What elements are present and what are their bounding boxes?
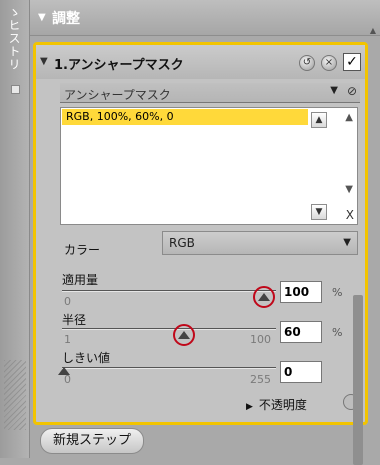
color-select[interactable]: RGB ▼ [162,231,358,255]
delete-icon[interactable]: X [346,208,354,222]
opacity-label: 不透明度 [258,398,307,412]
chevron-down-icon: ▼ [330,85,338,96]
list-down-button[interactable]: ▼ [311,204,327,220]
step-name: アンシャープマスク [67,58,184,73]
color-value: RGB [169,236,195,250]
preset-label: アンシャープマスク [64,88,171,102]
amount-highlight-ring [253,286,275,308]
scroll-down-arrow-icon[interactable]: ▼ [345,184,353,195]
history-side-strip: ゝヒストリ [0,0,30,458]
threshold-max: 255 [250,373,271,386]
preset-options-icon[interactable]: ⊘ [347,84,357,98]
history-tab-prefix: ゝ [7,6,21,19]
settings-list: RGB, 100%, 60%, 0 ▲ ▲ ▼ ▼ X [60,107,358,225]
close-icon[interactable]: × [321,55,337,71]
amount-unit: % [332,286,343,299]
radius-max: 100 [250,333,271,346]
opacity-expander[interactable]: ▶ 不透明度 [246,396,307,413]
list-item[interactable]: RGB, 100%, 60%, 0 [62,109,308,125]
threshold-min: 0 [64,373,71,386]
enable-checkbox[interactable]: ✓ [343,53,361,71]
amount-track[interactable] [62,290,276,292]
step-header: ▼ 1.アンシャープマスク ↺ × ✓ [36,45,365,79]
adjust-header[interactable]: ▼ 調整 ▲ [30,0,380,36]
chevron-down-icon: ▼ [343,237,351,248]
panel-icon[interactable] [11,85,20,94]
radius-track[interactable] [62,328,276,330]
collapse-triangle-icon[interactable]: ▼ [38,12,46,23]
new-step-button[interactable]: 新規ステップ [40,428,144,454]
history-tab-label[interactable]: ゝヒストリ [6,6,23,71]
reset-icon[interactable]: ↺ [299,55,315,71]
scroll-up-arrow-icon[interactable]: ▲ [345,112,353,123]
adjust-title: 調整 [52,11,80,27]
color-label: カラー [64,243,101,257]
step-panel: ▼ 1.アンシャープマスク ↺ × ✓ アンシャープマスク ▼ ⊘ RGB, 1… [33,42,368,465]
threshold-field[interactable]: 0 [280,361,322,383]
step-title: 1.アンシャープマスク [54,54,184,73]
preset-dropdown[interactable]: アンシャープマスク ▼ ⊘ [60,83,360,103]
threshold-label: しきい値 [62,351,111,365]
step-number: 1. [54,58,68,73]
threshold-track[interactable] [62,367,276,369]
radius-label: 半径 [62,313,87,327]
radius-highlight-ring [173,324,195,346]
history-tab-text: ヒストリ [7,19,21,71]
radius-field[interactable]: 60 [280,321,322,343]
expand-triangle-icon: ▶ [246,402,253,412]
scroll-up-icon[interactable]: ▲ [370,26,376,35]
list-up-button[interactable]: ▲ [311,112,327,128]
resize-grip-icon[interactable] [4,360,26,430]
amount-label: 適用量 [62,273,99,287]
amount-field[interactable]: 100 [280,281,322,303]
radius-unit: % [332,326,343,339]
radius-min: 1 [64,333,71,346]
panel-scrollbar[interactable] [353,295,363,465]
step-collapse-icon[interactable]: ▼ [40,56,48,67]
amount-min: 0 [64,295,71,308]
